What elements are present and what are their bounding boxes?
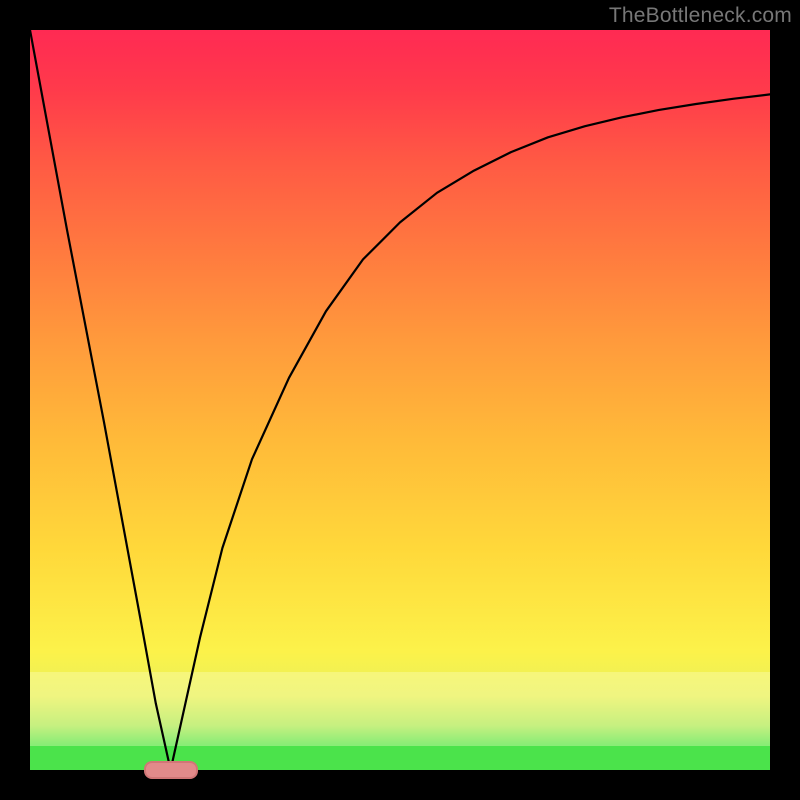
chart-frame: TheBottleneck.com bbox=[0, 0, 800, 800]
chart-plot-area bbox=[30, 30, 770, 770]
optimal-marker bbox=[144, 761, 198, 779]
watermark-text: TheBottleneck.com bbox=[609, 4, 792, 28]
chart-curve bbox=[30, 30, 770, 770]
highlight-band bbox=[30, 672, 770, 746]
curve-path bbox=[30, 30, 770, 770]
